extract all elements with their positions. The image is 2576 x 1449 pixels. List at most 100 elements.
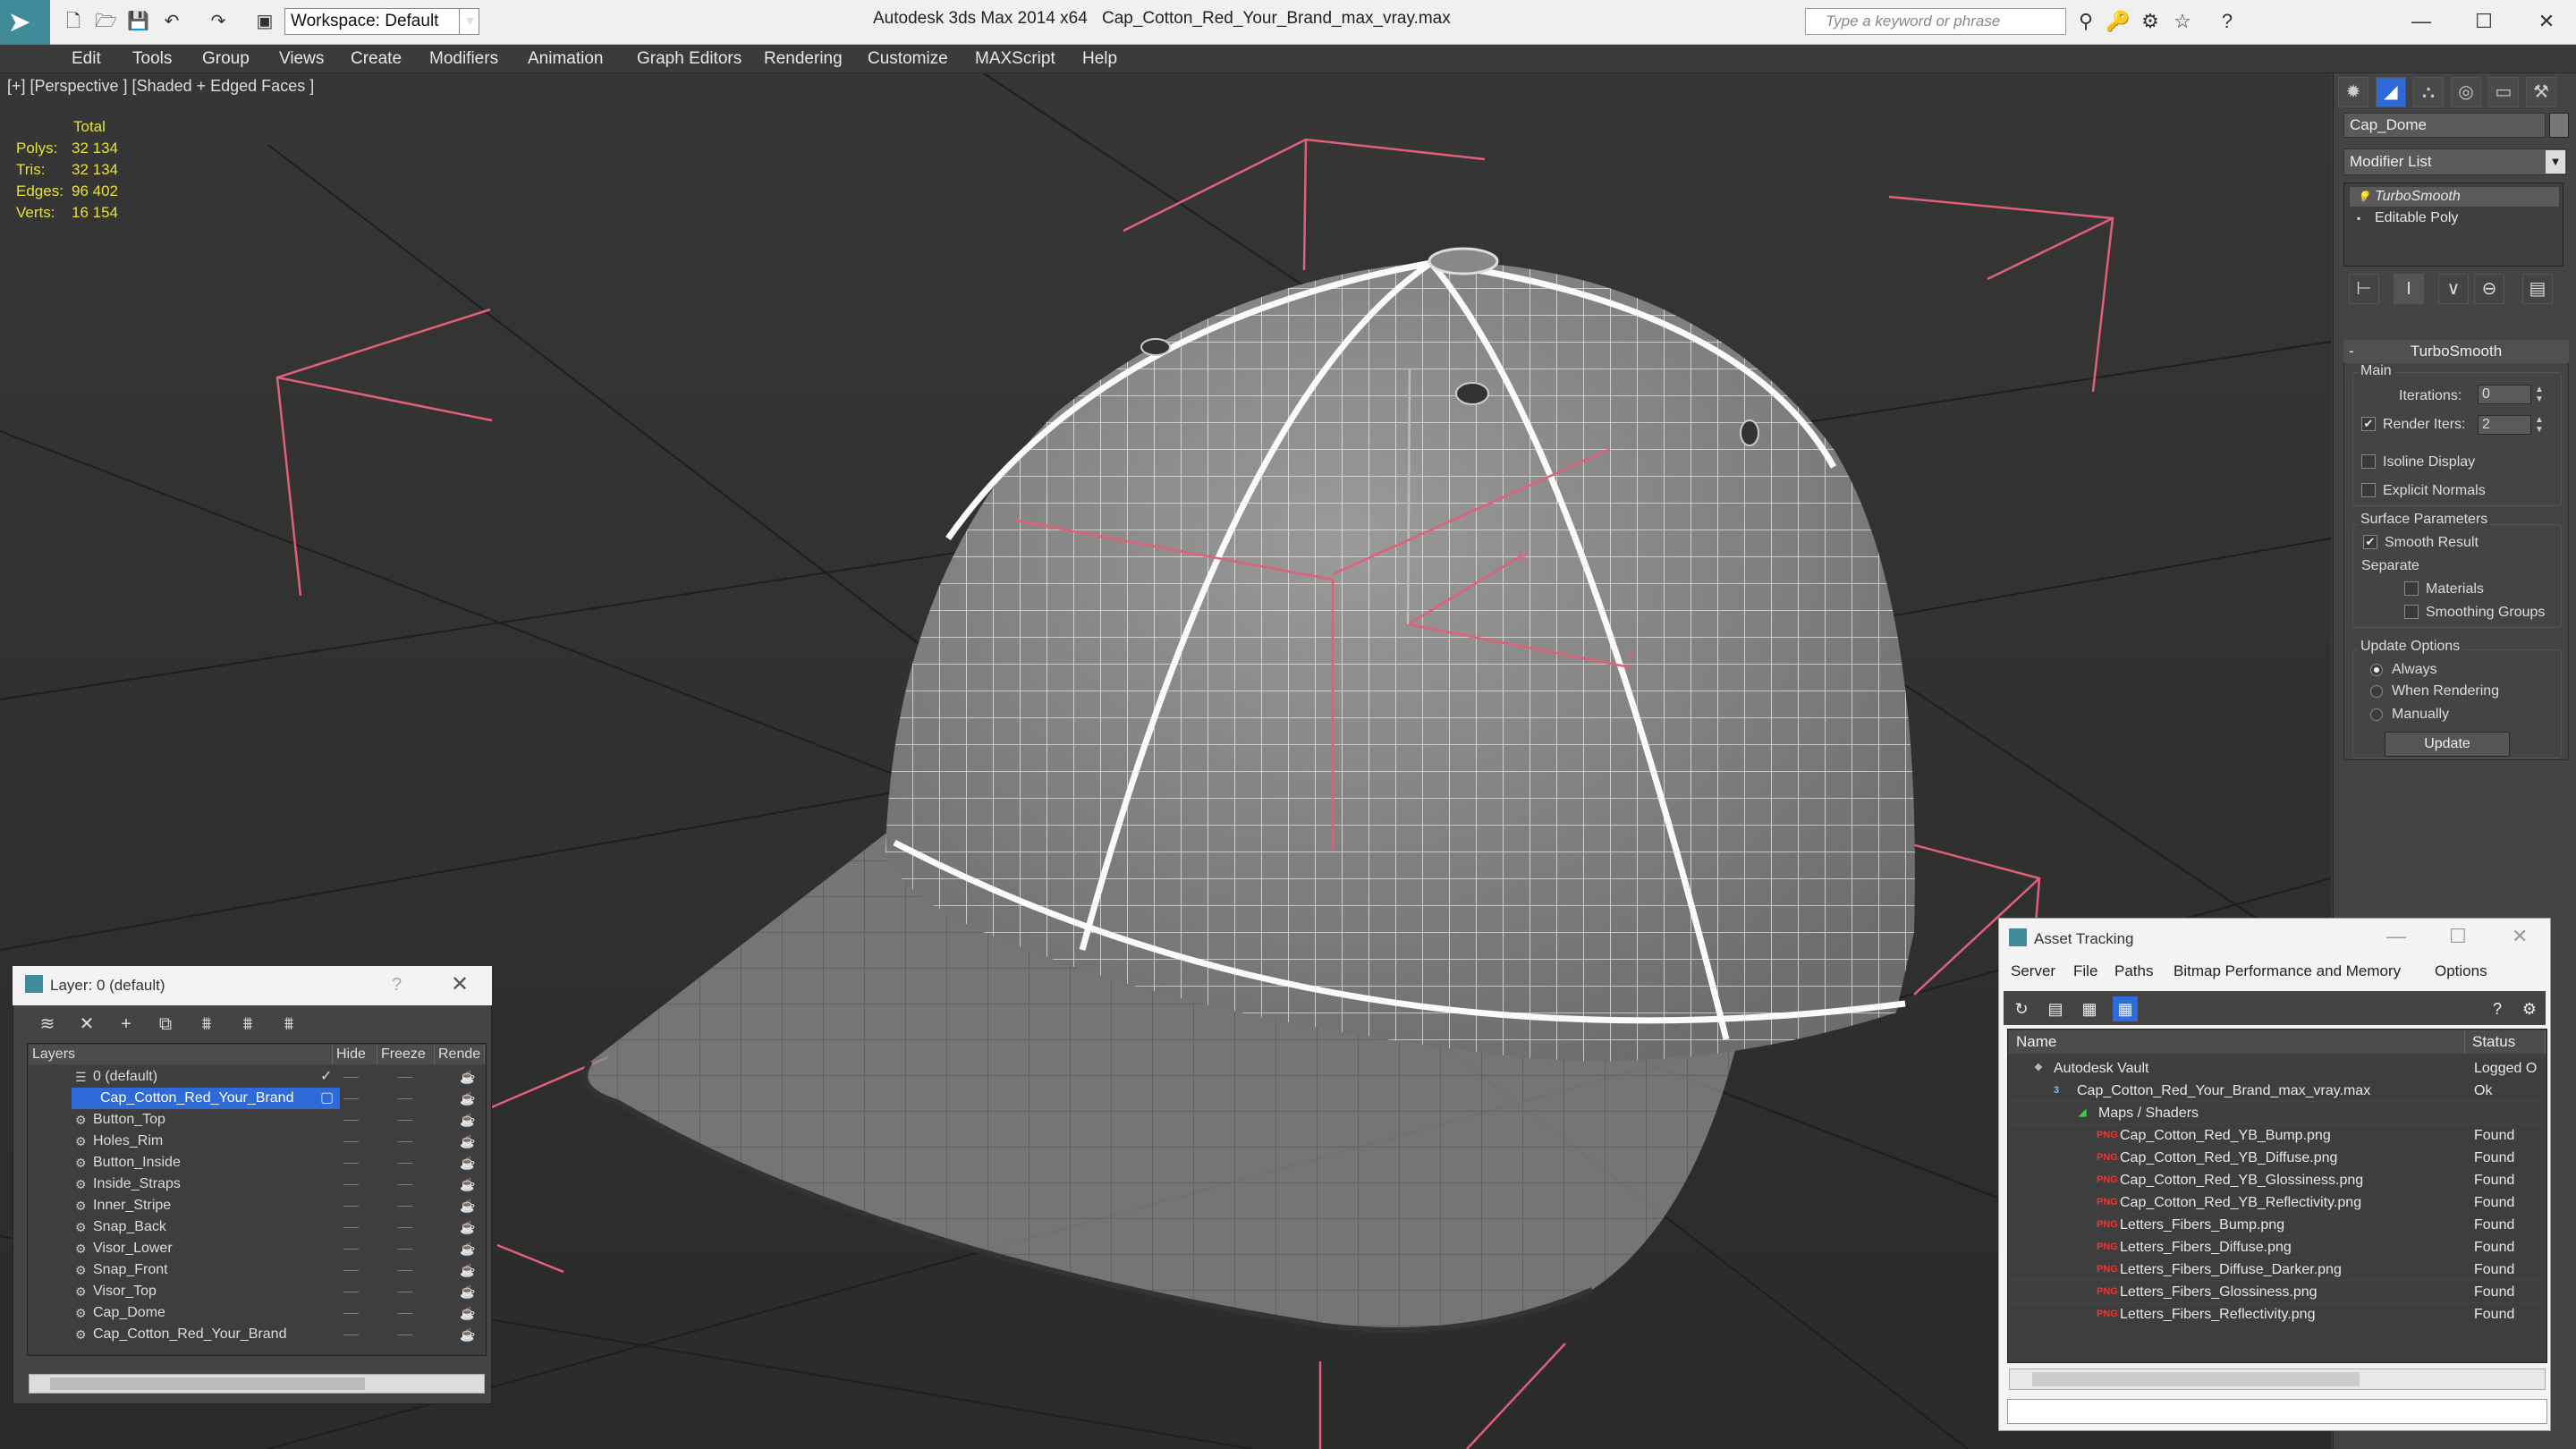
object-name-field[interactable]: Cap_Dome — [2343, 113, 2546, 138]
modifier-list-dropdown[interactable]: Modifier List — [2343, 148, 2567, 175]
render-teapot-icon[interactable]: ☕ — [460, 1302, 475, 1324]
render-teapot-icon[interactable]: ☕ — [460, 1238, 475, 1259]
search-input[interactable]: Type a keyword or phrase — [1805, 8, 2066, 35]
explicit-normals-checkbox[interactable] — [2361, 483, 2376, 497]
column-header-hide[interactable]: Hide — [333, 1045, 377, 1064]
select-objects-icon[interactable]: ⧉ — [152, 1011, 179, 1038]
column-header-freeze[interactable]: Freeze — [377, 1045, 435, 1064]
asset-menu-file[interactable]: File — [2073, 962, 2097, 980]
layer-object-row[interactable]: ⚙ Snap_Front ── ── ☕ — [29, 1259, 485, 1281]
spinner-arrows-icon[interactable]: ▲ ▼ — [2533, 385, 2546, 404]
menu-animation[interactable]: Animation — [528, 49, 604, 69]
help-icon[interactable]: ? — [2215, 9, 2240, 34]
menu-rendering[interactable]: Rendering — [764, 49, 843, 69]
subscription-icon[interactable]: ⚙ — [2138, 9, 2163, 34]
hierarchy-tab-icon[interactable]: ⛬ — [2413, 77, 2444, 107]
isoline-display-checkbox[interactable] — [2361, 454, 2376, 469]
layer-object-row[interactable]: ⚙ Inner_Stripe ── ── ☕ — [29, 1195, 485, 1216]
smoothing-groups-checkbox[interactable] — [2404, 605, 2419, 619]
asset-row[interactable]: PNG Cap_Cotton_Red_YB_Bump.png Found — [2009, 1124, 2546, 1147]
key-icon[interactable]: 🔑 — [2106, 9, 2131, 34]
render-teapot-icon[interactable]: ☕ — [460, 1088, 475, 1109]
close-icon[interactable]: ✕ — [451, 971, 469, 997]
close-icon[interactable]: ✕ — [2512, 925, 2528, 948]
asset-menu-bitmap-performance[interactable]: Bitmap Performance and Memory — [2174, 962, 2401, 980]
delete-layer-icon[interactable]: ✕ — [73, 1011, 100, 1038]
menu-help[interactable]: Help — [1082, 49, 1117, 69]
favorites-star-icon[interactable]: ☆ — [2170, 9, 2195, 34]
close-icon[interactable]: ✕ — [2526, 4, 2567, 39]
app-logo-icon[interactable]: ➤ — [0, 0, 50, 45]
viewport-label[interactable]: [+] [Perspective ] [Shaded + Edged Faces… — [7, 77, 314, 96]
smooth-result-checkbox[interactable]: ✔ — [2363, 535, 2377, 549]
remove-modifier-icon[interactable]: ⊖ — [2474, 274, 2504, 304]
layer-object-row[interactable]: ⚙ Visor_Top ── ── ☕ — [29, 1281, 485, 1302]
spinner-arrows-icon[interactable]: ▲ ▼ — [2533, 415, 2546, 435]
column-header-status[interactable]: Status — [2465, 1030, 2546, 1054]
render-teapot-icon[interactable]: ☕ — [460, 1324, 475, 1345]
asset-row[interactable]: PNG Letters_Fibers_Glossiness.png Found — [2009, 1281, 2546, 1303]
maximize-icon[interactable]: ☐ — [2463, 4, 2504, 39]
open-file-icon[interactable]: 🗁 — [95, 11, 117, 32]
asset-menu-server[interactable]: Server — [2011, 962, 2055, 980]
workspace-dropdown[interactable]: Workspace: Default — [284, 8, 479, 35]
manually-radio[interactable] — [2370, 708, 2383, 721]
render-teapot-icon[interactable]: ☕ — [460, 1281, 475, 1302]
render-iters-checkbox[interactable]: ✔ — [2361, 417, 2376, 431]
render-teapot-icon[interactable]: ☕ — [460, 1131, 475, 1152]
select-layer-icon[interactable]: ⩩ — [193, 1011, 220, 1038]
configure-sets-icon[interactable]: ▤ — [2522, 274, 2553, 304]
layer-object-row[interactable]: ⚙ Cap_Dome ── ── ☕ — [29, 1302, 485, 1324]
collapse-icon[interactable]: - — [2349, 340, 2354, 363]
chevron-down-icon[interactable]: ▼ — [2546, 150, 2565, 174]
menu-create[interactable]: Create — [351, 49, 402, 69]
hide-all-icon[interactable]: ⩩ — [275, 1011, 302, 1038]
asset-row[interactable]: PNG Cap_Cotton_Red_YB_Glossiness.png Found — [2009, 1169, 2546, 1191]
render-iters-spinner[interactable]: 2 — [2478, 415, 2531, 435]
object-color-swatch[interactable] — [2549, 113, 2569, 138]
menu-modifiers[interactable]: Modifiers — [429, 49, 498, 69]
display-tab-icon[interactable]: ▭ — [2488, 77, 2519, 107]
save-file-icon[interactable]: 💾 — [127, 11, 149, 32]
menu-edit[interactable]: Edit — [72, 49, 101, 69]
minimize-icon[interactable]: — — [2401, 4, 2442, 39]
utilities-tab-icon[interactable]: ⚒ — [2526, 77, 2556, 107]
binoculars-icon[interactable]: ⚲ — [2073, 9, 2098, 34]
set-active-icon[interactable]: ▢ — [320, 1088, 342, 1109]
asset-path-field[interactable] — [2007, 1399, 2547, 1424]
asset-row[interactable]: PNG Letters_Fibers_Bump.png Found — [2009, 1214, 2546, 1236]
column-header-render[interactable]: Rende — [435, 1045, 485, 1064]
make-unique-icon[interactable]: ∨ — [2438, 274, 2469, 304]
layer-object-row[interactable]: ⚙ Inside_Straps ── ── ☕ — [29, 1174, 485, 1195]
stack-item-editable-poly[interactable]: ▪ Editable Poly — [2350, 208, 2559, 228]
layer-object-row[interactable]: ⚙ Visor_Lower ── ── ☕ — [29, 1238, 485, 1259]
render-teapot-icon[interactable]: ☕ — [460, 1216, 475, 1238]
show-end-result-icon[interactable]: I — [2394, 274, 2424, 304]
asset-row[interactable]: PNG Letters_Fibers_Diffuse_Darker.png Foun… — [2009, 1258, 2546, 1281]
update-button[interactable]: Update — [2385, 732, 2510, 757]
new-file-icon[interactable]: 🗋 — [63, 11, 84, 32]
turbosmooth-rollout-header[interactable]: TurboSmooth — [2343, 340, 2569, 363]
project-folder-icon[interactable]: ▣ — [254, 11, 275, 32]
add-layer-icon[interactable]: + — [113, 1011, 140, 1038]
lightbulb-icon[interactable]: 💡 — [2357, 191, 2370, 203]
help-icon[interactable]: ? — [392, 975, 402, 996]
always-radio[interactable] — [2370, 664, 2383, 676]
menu-group[interactable]: Group — [202, 49, 250, 69]
layer-object-row[interactable]: ⚙ Snap_Back ── ── ☕ — [29, 1216, 485, 1238]
highlight-layer-icon[interactable]: ⩩ — [234, 1011, 261, 1038]
materials-checkbox[interactable] — [2404, 581, 2419, 596]
column-header-layers[interactable]: Layers — [29, 1045, 333, 1064]
modify-tab-icon[interactable]: ◢ — [2376, 77, 2406, 107]
asset-row[interactable]: PNG Cap_Cotton_Red_YB_Reflectivity.png Fou… — [2009, 1191, 2546, 1214]
active-check-icon[interactable]: ✓ — [320, 1066, 342, 1088]
asset-row[interactable]: 3 Cap_Cotton_Red_Your_Brand_max_vray.max O… — [2009, 1080, 2546, 1102]
tree-view-icon[interactable]: ▦ — [2077, 996, 2102, 1021]
layers-icon[interactable]: ≋ — [34, 1011, 61, 1038]
motion-tab-icon[interactable]: ◎ — [2451, 77, 2481, 107]
menu-views[interactable]: Views — [279, 49, 324, 69]
layer-object-row[interactable]: ⚙ Button_Inside ── ── ☕ — [29, 1152, 485, 1174]
layer-row[interactable]: ☰Cap_Cotton_Red_Your_Brand▢────☕ — [29, 1088, 485, 1109]
layer-object-row[interactable]: ⚙ Holes_Rim ── ── ☕ — [29, 1131, 485, 1152]
scrollbar-thumb[interactable] — [2032, 1372, 2360, 1386]
